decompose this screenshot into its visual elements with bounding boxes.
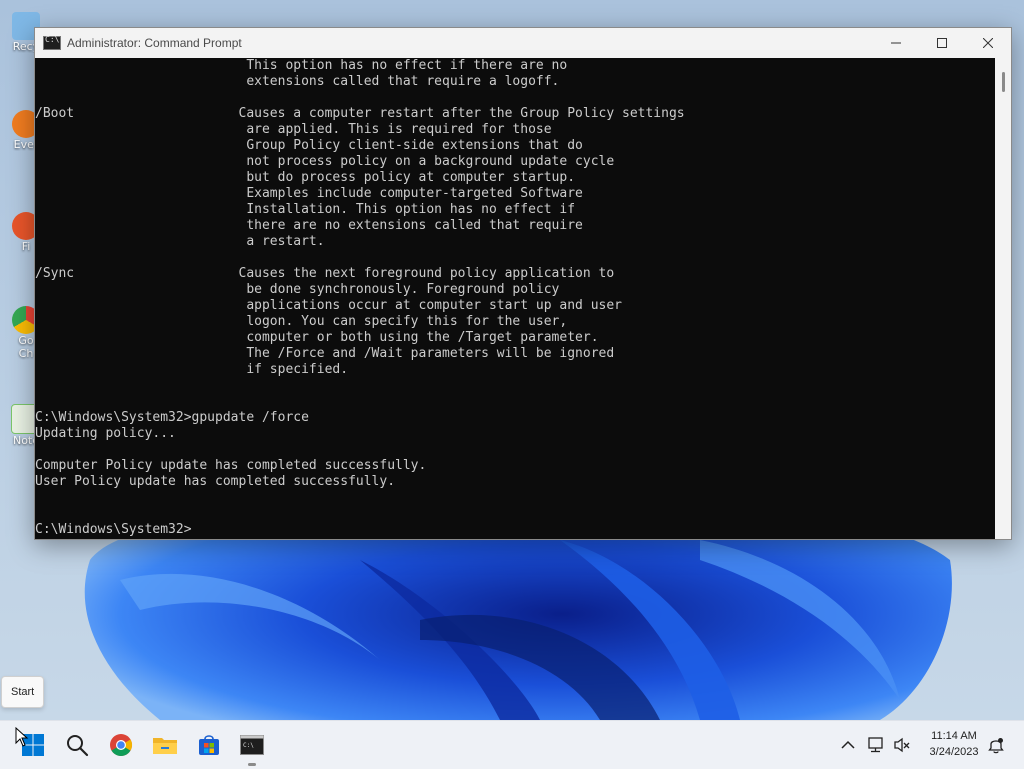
store-icon bbox=[199, 735, 219, 755]
console-output[interactable]: This option has no effect if there are n… bbox=[35, 58, 995, 539]
command-prompt-taskbar-button[interactable]: C:\ bbox=[232, 725, 272, 765]
command-prompt-window[interactable]: C:\ Administrator: Command Prompt This o… bbox=[34, 27, 1012, 540]
search-icon bbox=[67, 735, 89, 757]
clock-time: 11:14 AM bbox=[931, 730, 977, 742]
minimize-button[interactable] bbox=[873, 28, 919, 58]
scrollbar-thumb[interactable] bbox=[1002, 72, 1005, 92]
chevron-up-icon bbox=[841, 740, 855, 749]
console-text: This option has no effect if there are n… bbox=[35, 58, 685, 537]
show-hidden-icons-button[interactable] bbox=[838, 735, 858, 755]
system-clock[interactable]: 11:14 AM 3/24/2023 bbox=[918, 728, 990, 760]
close-button[interactable] bbox=[965, 28, 1011, 58]
volume-button[interactable] bbox=[892, 735, 912, 755]
minimize-icon bbox=[891, 42, 901, 44]
store-button[interactable] bbox=[189, 725, 229, 765]
cmd-icon: C:\ bbox=[43, 35, 61, 50]
vertical-scrollbar[interactable] bbox=[995, 58, 1011, 539]
running-indicator bbox=[248, 763, 256, 766]
chrome-icon bbox=[110, 734, 132, 756]
close-icon bbox=[983, 38, 993, 48]
clock-date: 3/24/2023 bbox=[929, 746, 979, 758]
chrome-taskbar-button[interactable] bbox=[101, 725, 141, 765]
network-button[interactable] bbox=[866, 735, 886, 755]
network-icon bbox=[868, 737, 883, 753]
file-explorer-icon bbox=[153, 738, 177, 754]
mouse-cursor-icon bbox=[15, 727, 29, 747]
window-title: Administrator: Command Prompt bbox=[67, 36, 242, 50]
svg-text:C:\: C:\ bbox=[243, 742, 254, 749]
terminal-icon: C:\ bbox=[240, 735, 264, 755]
start-tooltip: Start bbox=[1, 676, 45, 708]
maximize-button[interactable] bbox=[919, 28, 965, 58]
taskbar: C:\ bbox=[0, 720, 1024, 769]
file-explorer-button[interactable] bbox=[145, 725, 185, 765]
title-bar[interactable]: C:\ Administrator: Command Prompt bbox=[35, 28, 1011, 58]
search-button[interactable] bbox=[57, 725, 97, 765]
volume-muted-icon bbox=[894, 737, 910, 753]
maximize-icon bbox=[937, 38, 947, 48]
